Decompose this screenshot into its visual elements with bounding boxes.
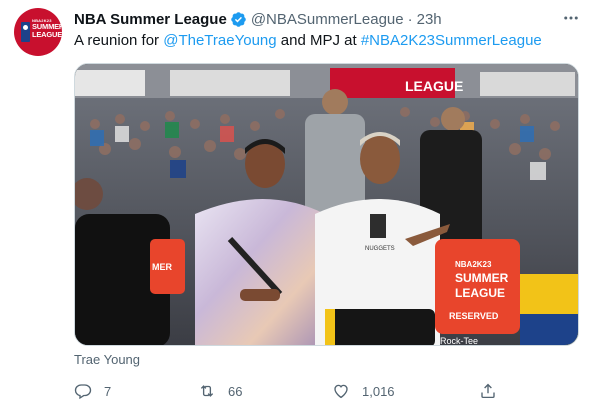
reply-count: 7	[104, 383, 112, 399]
share-icon	[481, 383, 495, 399]
tweet-card[interactable]: NBA2K23 SUMMER LEAGUE NBA Summer League …	[0, 0, 597, 409]
handle[interactable]: @NBASummerLeague	[251, 11, 404, 28]
avatar-logo-text: NBA2K23 SUMMER LEAGUE	[32, 19, 62, 39]
separator-dot: ·	[407, 10, 413, 28]
sign-line3: LEAGUE	[455, 286, 505, 300]
sign-line2: SUMMER	[455, 271, 509, 285]
shirt-text: NUGGETS	[365, 246, 395, 252]
hashtag-link[interactable]: #NBA2K23SummerLeague	[361, 32, 542, 49]
tweet-photo[interactable]: LEAGUE MER NUGGETS Rock-Tee NBA2K23 SUMM…	[74, 63, 579, 346]
nba-logo-icon	[21, 22, 30, 42]
avatar-logo-line3: LEAGUE	[32, 29, 62, 39]
photo-scene: LEAGUE MER NUGGETS Rock-Tee NBA2K23 SUMM…	[75, 64, 578, 346]
mention-link[interactable]: @TheTraeYoung	[163, 32, 276, 49]
share-button[interactable]	[479, 380, 509, 402]
reply-button[interactable]: 7	[74, 380, 111, 402]
retweet-button[interactable]: 66	[198, 380, 242, 402]
retweet-count: 66	[228, 383, 243, 399]
sign-line1: NBA2K23	[455, 260, 492, 269]
reply-icon	[74, 384, 92, 400]
retweet-icon	[200, 385, 214, 397]
tweet-header: NBA Summer League @NBASummerLeague · 23h	[74, 9, 442, 29]
display-name[interactable]: NBA Summer League	[74, 11, 227, 28]
tweet-text-prefix: A reunion for	[74, 32, 164, 49]
timestamp[interactable]: 23h	[417, 11, 442, 28]
avatar[interactable]: NBA2K23 SUMMER LEAGUE	[14, 8, 62, 56]
tweet-text: A reunion for @TheTraeYoung and MPJ at #…	[74, 31, 542, 51]
banner-text: LEAGUE	[405, 78, 463, 94]
like-count: 1,016	[362, 383, 395, 399]
tweet-text-middle: and MPJ at	[276, 32, 361, 49]
tweet-actions: 7 66 1,016	[74, 380, 504, 402]
more-dots-icon[interactable]	[560, 8, 582, 28]
verified-badge-icon	[230, 11, 247, 28]
sign-line4: RESERVED	[449, 311, 499, 321]
shorts-text: Rock-Tee	[440, 336, 478, 346]
like-button[interactable]: 1,016	[332, 380, 395, 402]
heart-icon	[334, 384, 348, 399]
photo-caption: Trae Young	[74, 352, 141, 367]
left-sign-text: MER	[152, 262, 173, 272]
